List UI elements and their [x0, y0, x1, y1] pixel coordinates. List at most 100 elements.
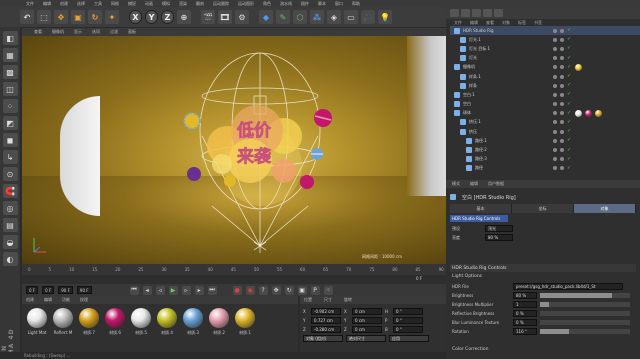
rotation-field[interactable]: 0 °: [393, 317, 423, 324]
visibility-dot[interactable]: [553, 37, 557, 42]
attribute-tab[interactable]: 模式: [452, 181, 460, 187]
material-tag-icon[interactable]: [585, 109, 592, 117]
material-swatch[interactable]: Reflect M: [52, 308, 74, 355]
attribute-subtab[interactable]: 坐标: [512, 204, 574, 213]
param-slider[interactable]: [540, 320, 630, 325]
viewport-menu-item[interactable]: 显示: [74, 29, 82, 35]
material-menu-item[interactable]: 创建: [26, 297, 34, 303]
light-icon[interactable]: 💡: [378, 10, 392, 24]
menu-item[interactable]: 编辑: [43, 1, 51, 7]
param-value-field[interactable]: 0 %: [513, 310, 537, 317]
material-swatch[interactable]: 材质.7: [78, 308, 100, 355]
next-key-icon[interactable]: ▸: [194, 285, 204, 295]
grid-key-icon[interactable]: ⁘: [323, 285, 333, 295]
y-axis-toggle[interactable]: Y: [145, 10, 158, 24]
preview-end-field[interactable]: 90 F: [76, 286, 92, 294]
coordinate-system-icon[interactable]: ⊕: [177, 10, 191, 24]
object-row[interactable]: 路径.2 ✓: [450, 145, 640, 154]
visibility-dot[interactable]: [553, 111, 557, 116]
menu-item[interactable]: 窗口: [335, 1, 343, 7]
render-settings-icon[interactable]: ⚙: [235, 10, 249, 24]
material-swatch[interactable]: 材质.3: [182, 308, 204, 355]
visibility-dot[interactable]: [553, 65, 557, 70]
position-key-icon[interactable]: ✥: [271, 285, 281, 295]
enabled-check-icon[interactable]: ✓: [567, 156, 572, 162]
object-manager-menu-item[interactable]: 标签: [518, 20, 526, 26]
hdr-rig-section-title[interactable]: HDR Studio Rig Controls: [450, 264, 636, 272]
render-view-icon[interactable]: 🎬: [201, 10, 215, 24]
object-manager-menu-item[interactable]: 查看: [486, 20, 494, 26]
menu-item[interactable]: 角色: [263, 1, 271, 7]
solo-icon[interactable]: ◐: [2, 252, 18, 266]
material-tag-icon[interactable]: [575, 109, 582, 117]
tweak-mode-icon[interactable]: ⊙: [2, 167, 18, 181]
object-manager-menu-item[interactable]: 文件: [454, 20, 462, 26]
visibility-dot[interactable]: [553, 166, 557, 171]
object-row[interactable]: 路径.3 ✓: [450, 155, 640, 164]
undo-icon[interactable]: ↶: [20, 10, 34, 24]
points-mode-icon[interactable]: ⁘: [2, 99, 18, 113]
object-manager-menu-item[interactable]: 对象: [502, 20, 510, 26]
object-manager-menu-item[interactable]: 书签: [534, 20, 542, 26]
render-visibility-dot[interactable]: [560, 65, 564, 70]
timeline-ruler[interactable]: 0 5 10 15 20 25 30 35 40 45 50 55 60 65 70 75 80 85 90: [22, 264, 446, 275]
attribute-tab[interactable]: 用户数据: [488, 181, 504, 187]
object-row[interactable]: 路径.1 ✓: [450, 136, 640, 145]
apply-button[interactable]: 应用: [389, 335, 429, 342]
keyframe-selection-icon[interactable]: ?: [258, 285, 268, 295]
object-row[interactable]: 挤压.1 ✓: [450, 118, 640, 127]
3d-viewport[interactable]: 低价 来袭 网格间距 : 10000 cm: [22, 36, 446, 264]
size-field[interactable]: 0 cm: [352, 326, 382, 333]
material-menu-item[interactable]: 编辑: [44, 297, 52, 303]
menu-item[interactable]: 渲染: [179, 1, 187, 7]
object-row[interactable]: 球体 ✓: [450, 109, 640, 118]
rotation-key-icon[interactable]: ↻: [284, 285, 294, 295]
render-visibility-dot[interactable]: [560, 56, 564, 61]
cube-icon[interactable]: ◆: [259, 10, 273, 24]
axis-mode-icon[interactable]: ↳: [2, 150, 18, 164]
visibility-dot[interactable]: [553, 157, 557, 162]
material-swatch[interactable]: 材质.1: [234, 308, 256, 355]
model-mode-icon[interactable]: ▦: [2, 48, 18, 62]
object-manager-menu-item[interactable]: 编辑: [470, 20, 478, 26]
param-slider[interactable]: [540, 302, 630, 307]
current-frame-field[interactable]: 0 F: [42, 286, 55, 294]
rotation-field[interactable]: 0 °: [393, 308, 423, 315]
object-row[interactable]: 空白.1 ✓: [450, 90, 640, 99]
enabled-check-icon[interactable]: ✓: [567, 64, 572, 70]
rotation-field[interactable]: 0 °: [393, 326, 423, 333]
param-slider[interactable]: [540, 293, 630, 298]
color-correction-heading[interactable]: Color Correction: [450, 347, 636, 355]
enabled-check-icon[interactable]: ✓: [567, 55, 572, 61]
viewport-menu-item[interactable]: 摄像机: [52, 29, 64, 35]
menu-item[interactable]: 脚本: [318, 1, 326, 7]
viewport-menu-item[interactable]: 选项: [92, 29, 100, 35]
enabled-check-icon[interactable]: ✓: [567, 119, 572, 125]
material-swatch[interactable]: 材质.2: [208, 308, 230, 355]
menu-item[interactable]: 网格: [111, 1, 119, 7]
param-value-field[interactable]: 80 %: [513, 292, 537, 299]
material-menu-item[interactable]: 纹理: [80, 297, 88, 303]
param-slider[interactable]: [540, 329, 630, 334]
render-visibility-dot[interactable]: [560, 102, 564, 107]
menu-item[interactable]: 运动图形: [238, 1, 254, 7]
enabled-check-icon[interactable]: ✓: [567, 83, 572, 88]
visibility-dot[interactable]: [553, 129, 557, 134]
workplane-icon[interactable]: ◫: [2, 82, 18, 96]
material-swatch[interactable]: 材质.6: [104, 308, 126, 355]
object-row[interactable]: 样条.1 ✓: [450, 72, 640, 81]
visibility-dot[interactable]: [553, 92, 557, 97]
position-field[interactable]: -0.902 cm: [311, 308, 341, 315]
snap-icon[interactable]: 🧲: [2, 184, 18, 198]
light-options-heading[interactable]: Light Options: [450, 274, 636, 281]
camera-icon[interactable]: 🎥: [361, 10, 375, 24]
scale-key-icon[interactable]: ▣: [297, 285, 307, 295]
render-visibility-dot[interactable]: [560, 129, 564, 134]
size-field[interactable]: 0 cm: [352, 317, 382, 324]
render-visibility-dot[interactable]: [560, 157, 564, 162]
z-axis-toggle[interactable]: Z: [161, 10, 174, 24]
attribute-value-field[interactable]: 80 %: [485, 234, 513, 241]
param-key-icon[interactable]: P: [310, 285, 320, 295]
planar-workplane-icon[interactable]: ▤: [2, 218, 18, 232]
viewport-menu-item[interactable]: 查看: [34, 29, 42, 35]
